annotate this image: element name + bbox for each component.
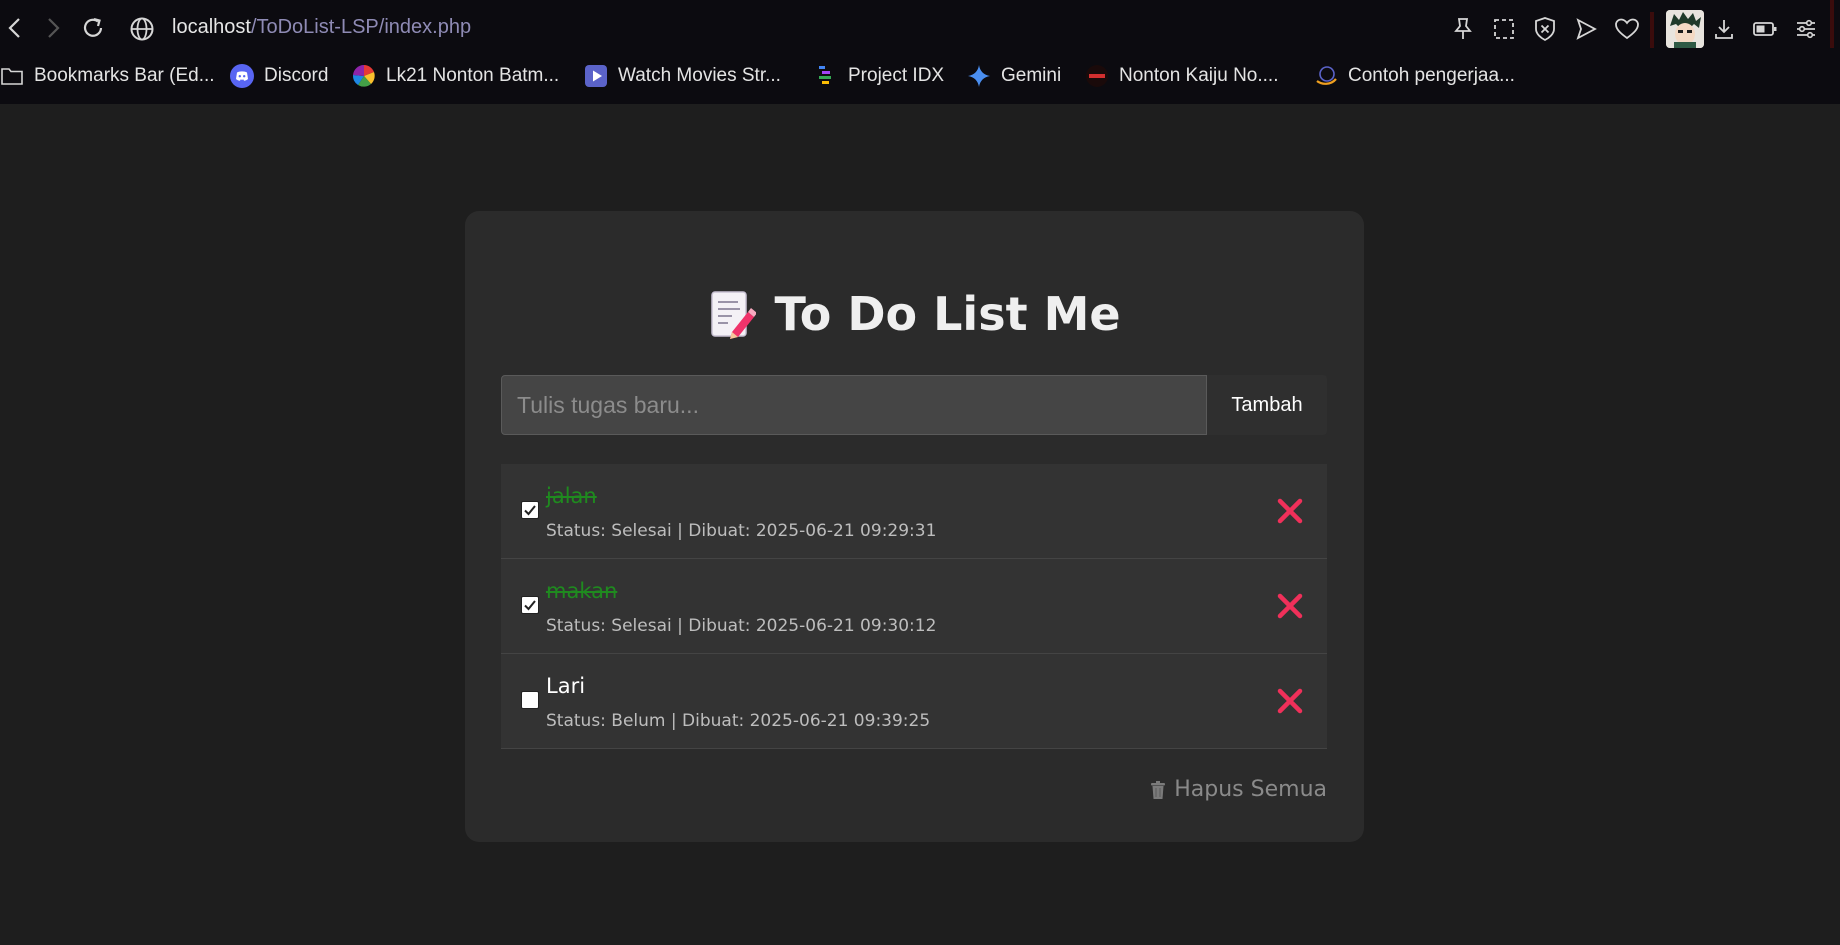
chevron-left-icon [8, 18, 20, 38]
profile-divider [1650, 12, 1654, 48]
bookmark-label: Nonton Kaiju No.... [1119, 65, 1279, 86]
task-name: jalan [546, 484, 597, 508]
checkmark-icon [524, 600, 536, 611]
task-item: jalan Status: Selesai | Dibuat: 2025-06-… [501, 464, 1327, 559]
forward-button[interactable] [38, 13, 68, 43]
kaiju-icon [1085, 64, 1109, 88]
idx-icon [814, 64, 838, 88]
bookmark-item[interactable]: Contoh pengerjaa... [1314, 62, 1515, 90]
chevron-right-icon [48, 18, 60, 38]
discord-icon [230, 64, 254, 88]
download-icon [1715, 20, 1733, 39]
bookmark-item[interactable]: Lk21 Nonton Batm... [352, 62, 559, 90]
task-checkbox[interactable] [521, 691, 539, 709]
battery-icon [1753, 22, 1777, 36]
play-icon [584, 64, 608, 88]
url-host: localhost [172, 16, 251, 38]
close-icon [1277, 593, 1303, 619]
task-item: makan Status: Selesai | Dibuat: 2025-06-… [501, 559, 1327, 654]
avatar-icon [1666, 10, 1704, 48]
task-list: jalan Status: Selesai | Dibuat: 2025-06-… [501, 464, 1327, 749]
bookmark-item[interactable]: Bookmarks Bar (Ed... [0, 62, 215, 90]
task-checkbox[interactable] [521, 501, 539, 519]
profile-avatar[interactable] [1666, 10, 1704, 48]
title-text: To Do List Me [774, 287, 1121, 341]
clear-all-button[interactable]: Hapus Semua [1150, 777, 1327, 802]
task-meta: Status: Belum | Dibuat: 2025-06-21 09:39… [546, 711, 931, 731]
bookmark-item[interactable]: Project IDX [814, 62, 944, 90]
close-icon [1277, 498, 1303, 524]
bookmark-item[interactable]: Watch Movies Str... [584, 62, 781, 90]
lk21-icon [352, 64, 376, 88]
add-task-form: Tambah [501, 375, 1327, 435]
url-path: /ToDoList-LSP/index.php [250, 16, 472, 38]
clear-all-label: Hapus Semua [1174, 777, 1327, 802]
folder-icon [0, 64, 24, 88]
bookmark-label: Bookmarks Bar (Ed... [34, 65, 215, 86]
downloads-button[interactable] [1709, 14, 1739, 44]
screenshot-icon [1494, 19, 1514, 39]
bookmark-label: Lk21 Nonton Batm... [386, 65, 560, 86]
favorite-button[interactable] [1612, 14, 1642, 44]
bookmark-item[interactable]: Nonton Kaiju No.... [1085, 62, 1278, 90]
task-checkbox[interactable] [521, 596, 539, 614]
delete-task-button[interactable] [1275, 496, 1305, 526]
battery-saver-button[interactable] [1750, 14, 1780, 44]
adblock-button[interactable] [1530, 14, 1560, 44]
send-icon [1576, 18, 1597, 40]
bookmark-label: Contoh pengerjaa... [1348, 65, 1515, 86]
new-task-input[interactable] [501, 375, 1207, 435]
task-item: Lari Status: Belum | Dibuat: 2025-06-21 … [501, 654, 1327, 749]
close-icon [1277, 688, 1303, 714]
screenshot-button[interactable] [1489, 14, 1519, 44]
bookmark-label: Gemini [1001, 65, 1062, 86]
reload-icon [83, 17, 103, 37]
site-info-icon[interactable] [128, 15, 156, 43]
settings-sliders-icon [1797, 19, 1815, 39]
bookmark-item[interactable]: Gemini [967, 62, 1061, 90]
shield-x-icon [1535, 17, 1555, 42]
bookmark-item[interactable]: Discord [230, 62, 328, 90]
reload-button[interactable] [78, 13, 108, 43]
trash-icon [1151, 780, 1166, 799]
easy-setup-button[interactable] [1791, 14, 1821, 44]
task-name: makan [546, 579, 618, 603]
bookmark-label: Watch Movies Str... [618, 65, 781, 86]
address-bar[interactable]: localhost/ToDoList-LSP/index.php [172, 16, 471, 39]
memo-icon [711, 291, 757, 339]
task-meta: Status: Selesai | Dibuat: 2025-06-21 09:… [546, 616, 937, 636]
browser-chrome: localhost/ToDoList-LSP/index.php Bookmar… [0, 0, 1840, 104]
add-task-button[interactable]: Tambah [1207, 375, 1327, 435]
bookmarks-bar: Bookmarks Bar (Ed... Discord Lk21 Nonton… [0, 58, 1840, 94]
globe-icon [130, 17, 154, 41]
task-name: Lari [546, 674, 586, 698]
window-edge [1830, 0, 1834, 48]
heart-icon [1615, 18, 1639, 40]
task-meta: Status: Selesai | Dibuat: 2025-06-21 09:… [546, 521, 937, 541]
send-button[interactable] [1571, 14, 1601, 44]
back-button[interactable] [0, 13, 30, 43]
checkmark-icon [524, 505, 536, 516]
pin-button[interactable] [1448, 14, 1478, 44]
bookmark-label: Discord [264, 65, 329, 86]
browser-toolbar: localhost/ToDoList-LSP/index.php [0, 0, 1840, 58]
site-icon [1314, 64, 1338, 88]
page-title: To Do List Me [465, 287, 1364, 341]
gemini-icon [967, 64, 991, 88]
todo-card: To Do List Me Tambah jalan Status: Seles… [465, 211, 1364, 842]
bookmark-label: Project IDX [848, 65, 945, 86]
pin-icon [1454, 18, 1472, 39]
delete-task-button[interactable] [1275, 591, 1305, 621]
delete-task-button[interactable] [1275, 686, 1305, 716]
